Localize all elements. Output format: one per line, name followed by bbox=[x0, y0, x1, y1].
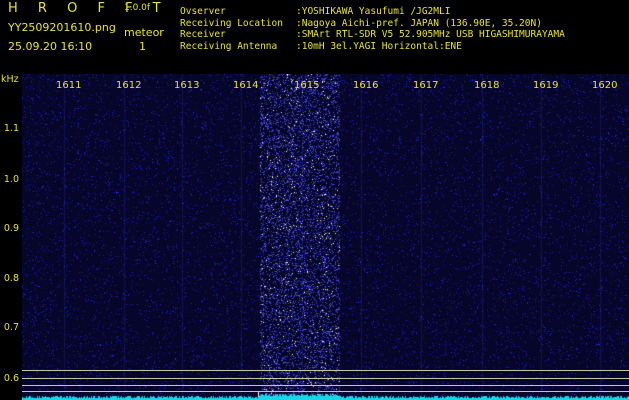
y-tick-label: 1.1 bbox=[3, 123, 19, 134]
guide-line bbox=[22, 378, 629, 379]
y-tick-label: 0.6 bbox=[3, 373, 19, 384]
y-tick-label: 0.9 bbox=[3, 223, 19, 234]
header-panel: H R O F F T 1.0.0f YY2509201610.png 25.0… bbox=[0, 0, 629, 72]
info-labels: Ovserver Receiving Location Receiver Rec… bbox=[180, 6, 283, 52]
info-values: :YOSHIKAWA Yasufumi /JG2MLI :Nagoya Aich… bbox=[296, 6, 565, 52]
x-tick-label: 1617 bbox=[413, 80, 439, 91]
x-tick-label: 1618 bbox=[474, 80, 500, 91]
x-tick-label: 1616 bbox=[353, 80, 379, 91]
x-tick-label: 1615 bbox=[294, 80, 320, 91]
x-tick-label: 1619 bbox=[533, 80, 559, 91]
image-filename: YY2509201610.png bbox=[8, 21, 116, 34]
spectrogram-plot bbox=[22, 74, 629, 400]
x-tick-label: 1614 bbox=[233, 80, 259, 91]
x-tick-label: 1611 bbox=[56, 80, 82, 91]
x-tick-label: 1620 bbox=[592, 80, 618, 91]
y-axis-unit: kHz bbox=[1, 74, 19, 85]
y-tick-label: 0.8 bbox=[3, 273, 19, 284]
x-tick-label: 1612 bbox=[116, 80, 142, 91]
guide-line bbox=[22, 385, 629, 386]
guide-line bbox=[22, 391, 629, 392]
event-label: meteor bbox=[124, 26, 164, 39]
y-tick-label: 1.0 bbox=[3, 174, 19, 185]
guide-line bbox=[22, 370, 629, 371]
spectrogram-canvas bbox=[22, 74, 629, 400]
capture-datetime: 25.09.20 16:10 bbox=[8, 40, 93, 53]
event-count: 1 bbox=[139, 40, 146, 53]
x-tick-label: 1613 bbox=[174, 80, 200, 91]
app-version: 1.0.0f bbox=[124, 3, 151, 13]
y-tick-label: 0.7 bbox=[3, 322, 19, 333]
